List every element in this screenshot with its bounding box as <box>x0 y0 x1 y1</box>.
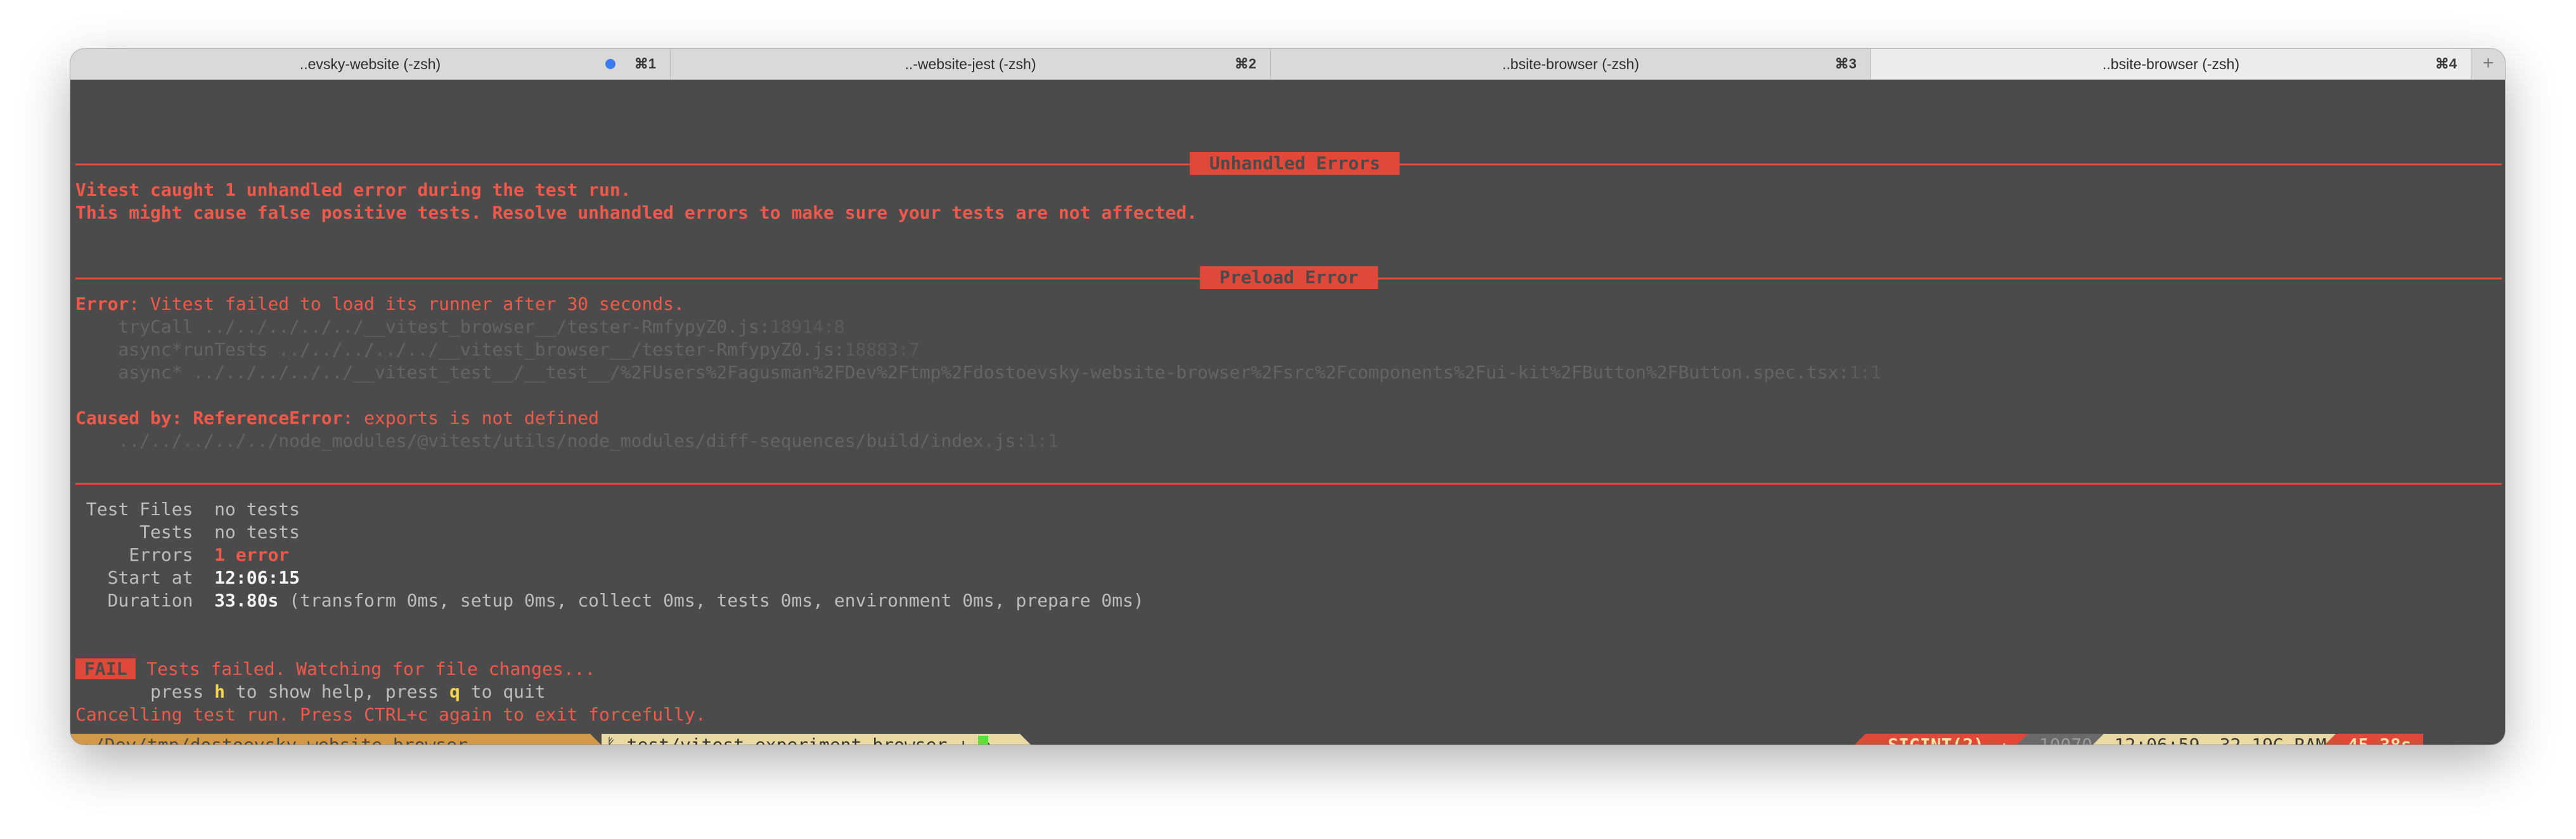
new-tab-button[interactable]: + <box>2471 49 2505 79</box>
fail-message: Tests failed. Watching for file changes.… <box>136 658 596 679</box>
tab-title: ..bsite-browser (-zsh) <box>1502 56 1639 72</box>
caused-by-label: Caused by: ReferenceError <box>75 407 343 428</box>
segment-separator-icon <box>2016 734 2028 745</box>
error-message: : Vitest failed to load its runner after… <box>129 293 685 314</box>
preload-error-header: Preload Error <box>1200 266 1378 289</box>
shell-prompt[interactable]: ~/Dev/tmp/dostoevsky-website-browser ᚠ t… <box>70 734 2505 745</box>
error-label: Error <box>75 293 129 314</box>
fail-badge: FAIL <box>75 658 136 679</box>
prompt-elapsed: 45.38s <box>2336 734 2423 745</box>
summary-tests: Tests no tests <box>75 522 300 542</box>
tab-shortcut: ⌘3 <box>1834 56 1857 72</box>
tab-title: ..bsite-browser (-zsh) <box>2103 56 2239 72</box>
tab-title: ..evsky-website (-zsh) <box>299 56 441 72</box>
terminal-output[interactable]: Unhandled Errors Vitest caught 1 unhandl… <box>70 80 2505 745</box>
segment-separator-icon <box>2324 734 2336 745</box>
section-divider <box>75 483 2502 485</box>
summary-start: Start at 12:06:15 <box>75 567 300 588</box>
tab-title: ..-website-jest (-zsh) <box>905 56 1036 72</box>
segment-separator-icon <box>1020 734 1031 745</box>
prompt-ram: 32.19G RAM <box>2210 734 2336 745</box>
unread-dot-icon <box>605 59 615 69</box>
terminal-window: ..evsky-website (-zsh) ⌘1 ..-website-jes… <box>70 49 2505 745</box>
stack-frame: async* ../../../../../__vitest_test__/__… <box>75 362 1881 383</box>
tab-bar: ..evsky-website (-zsh) ⌘1 ..-website-jes… <box>70 49 2505 80</box>
tab-2[interactable]: ..-website-jest (-zsh) ⌘2 <box>671 49 1271 79</box>
caused-by-line: Caused by: ReferenceError: exports is no… <box>75 407 599 430</box>
summary-errors: Errors 1 error <box>75 544 290 565</box>
text-cursor[interactable] <box>978 736 988 745</box>
section-divider: Unhandled Errors <box>75 152 2502 175</box>
stack-frame: ../../../../../node_modules/@vitest/util… <box>75 430 1059 451</box>
segment-separator-icon <box>2092 734 2104 745</box>
segment-separator-icon <box>590 734 602 745</box>
caused-by-message: : exports is not defined <box>342 407 600 428</box>
help-key: h <box>214 681 226 702</box>
fail-line: FAIL Tests failed. Watching for file cha… <box>75 658 595 681</box>
tab-shortcut: ⌘4 <box>2435 56 2457 72</box>
section-divider: Preload Error <box>75 266 2502 289</box>
tab-4[interactable]: ..bsite-browser (-zsh) ⌘4 <box>1871 49 2471 79</box>
prompt-path: ~/Dev/tmp/dostoevsky-website-browser <box>78 734 590 745</box>
error-line: Error: Vitest failed to load its runner … <box>75 293 685 316</box>
prompt-time: 12:06:59 <box>2104 734 2210 745</box>
prompt-git-branch: ᚠ test/vitest-experiment-browser + ● <box>602 734 1020 745</box>
unhandled-errors-header: Unhandled Errors <box>1190 152 1400 175</box>
tab-shortcut: ⌘2 <box>1234 56 1256 72</box>
stack-frame: async*runTests ../../../../../__vitest_b… <box>75 339 920 360</box>
tab-shortcut: ⌘1 <box>634 56 656 72</box>
unhandled-message-1: Vitest caught 1 unhandled error during t… <box>75 179 631 200</box>
tab-3[interactable]: ..bsite-browser (-zsh) ⌘3 <box>1271 49 1871 79</box>
stack-frame: tryCall ../../../../../__vitest_browser_… <box>75 316 845 337</box>
help-line: press h to show help, press q to quit <box>75 681 546 702</box>
summary-duration: Duration 33.80s (transform 0ms, setup 0m… <box>75 590 1144 611</box>
unhandled-message-2: This might cause false positive tests. R… <box>75 202 1198 223</box>
quit-key: q <box>449 681 460 702</box>
cancel-message: Cancelling test run. Press CTRL+c again … <box>75 704 706 725</box>
segment-separator-icon <box>1854 734 1865 745</box>
tab-1[interactable]: ..evsky-website (-zsh) ⌘1 <box>70 49 671 79</box>
prompt-exit-signal: SIGINT(2) ↵ <box>1865 734 2028 745</box>
summary-test-files: Test Files no tests <box>75 499 300 520</box>
